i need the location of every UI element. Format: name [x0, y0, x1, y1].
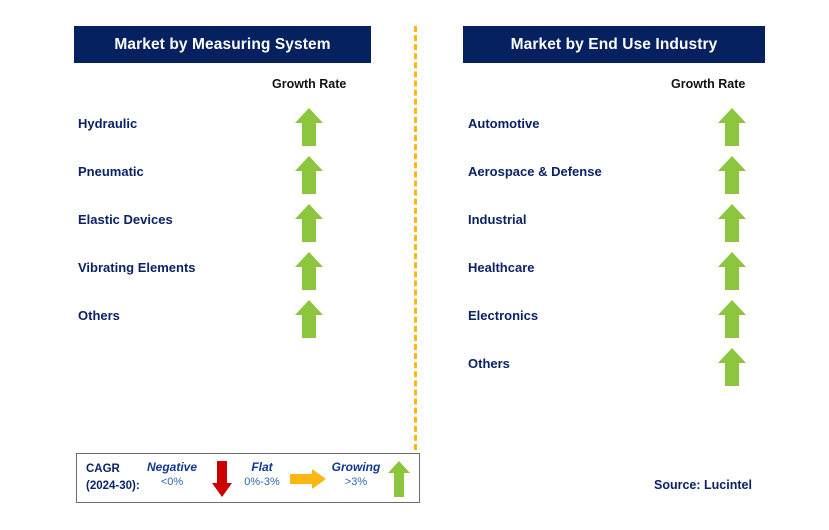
list-item[interactable]: Electronics [468, 297, 768, 345]
arrow-right-icon [289, 468, 327, 490]
arrow-up-icon [717, 107, 747, 147]
arrow-up-icon [387, 460, 411, 498]
source-note: Source: Lucintel [654, 478, 752, 492]
legend-title: CAGR (2024-30): [86, 461, 140, 495]
legend-item-range: >3% [344, 476, 368, 488]
segment-label: Vibrating Elements [78, 260, 196, 275]
segment-label: Pneumatic [78, 164, 144, 179]
legend-item-label: Flat [251, 460, 273, 474]
segment-label: Healthcare [468, 260, 535, 275]
segment-label: Electronics [468, 308, 539, 323]
segment-label: Others [468, 356, 510, 371]
list-item[interactable]: Industrial [468, 201, 768, 249]
infographic-canvas: Market by Measuring System Market by End… [0, 0, 829, 530]
legend-item-label: Growing [331, 460, 381, 474]
arrow-up-icon [294, 299, 324, 339]
growth-rate-caption-left: Growth Rate [272, 77, 347, 91]
segment-label: Others [78, 308, 120, 323]
arrow-up-icon [294, 251, 324, 291]
list-item[interactable]: Aerospace & Defense [468, 153, 768, 201]
list-item[interactable]: Hydraulic [78, 105, 378, 153]
segment-list-measuring-system: Hydraulic Pneumatic Elastic Devices Vibr… [78, 105, 378, 345]
legend-item-label: Negative [146, 460, 198, 474]
arrow-up-icon [294, 107, 324, 147]
list-item[interactable]: Others [468, 345, 768, 393]
arrow-up-icon [294, 155, 324, 195]
segment-label: Industrial [468, 212, 527, 227]
list-item[interactable]: Pneumatic [78, 153, 378, 201]
panel-header-measuring-system: Market by Measuring System [74, 26, 371, 63]
segment-label: Aerospace & Defense [468, 164, 602, 179]
legend-title-line2: (2024-30): [86, 480, 140, 492]
cagr-legend: CAGR (2024-30): Negative <0% Flat 0%-3% … [76, 453, 420, 503]
list-item[interactable]: Vibrating Elements [78, 249, 378, 297]
panel-title: Market by End Use Industry [510, 35, 718, 53]
legend-item-range: 0%-3% [244, 476, 280, 488]
legend-item-flat: Flat 0%-3% [231, 460, 293, 488]
segment-label: Automotive [468, 116, 540, 131]
segment-list-end-use-industry: Automotive Aerospace & Defense Industria… [468, 105, 768, 393]
arrow-up-icon [717, 155, 747, 195]
arrow-down-icon [211, 460, 233, 498]
legend-item-growing: Growing >3% [325, 460, 387, 488]
arrow-up-icon [717, 347, 747, 387]
segment-label: Elastic Devices [78, 212, 173, 227]
arrow-up-icon [717, 299, 747, 339]
arrow-up-icon [717, 203, 747, 243]
vertical-dashed-divider [414, 26, 417, 450]
panel-header-end-use-industry: Market by End Use Industry [463, 26, 765, 63]
arrow-up-icon [717, 251, 747, 291]
list-item[interactable]: Automotive [468, 105, 768, 153]
growth-rate-caption-right: Growth Rate [671, 77, 746, 91]
list-item[interactable]: Elastic Devices [78, 201, 378, 249]
list-item[interactable]: Healthcare [468, 249, 768, 297]
arrow-up-icon [294, 203, 324, 243]
segment-label: Hydraulic [78, 116, 138, 131]
legend-title-line1: CAGR [86, 463, 120, 475]
legend-item-negative: Negative <0% [141, 460, 203, 488]
list-item[interactable]: Others [78, 297, 378, 345]
legend-item-range: <0% [160, 476, 184, 488]
panel-title: Market by Measuring System [114, 35, 331, 53]
